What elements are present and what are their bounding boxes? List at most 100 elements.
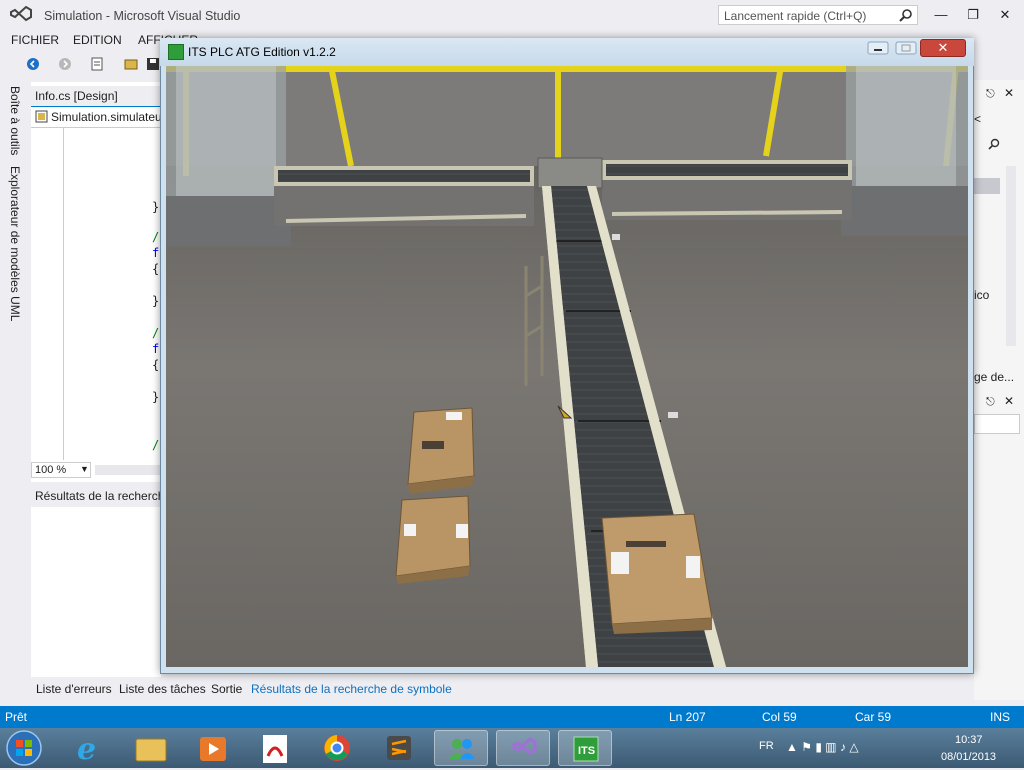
internet-explorer-icon[interactable]: e: [62, 730, 116, 767]
close-button[interactable]: ✕: [994, 6, 1016, 24]
file-explorer-icon[interactable]: [124, 730, 178, 766]
its-minimize-button[interactable]: [866, 40, 890, 56]
box-on-conveyor: [601, 513, 713, 634]
flag-icon[interactable]: ⚑: [801, 740, 812, 754]
menu-edition[interactable]: EDITION: [73, 33, 122, 47]
right-conveyor: [602, 160, 852, 220]
code-keyword: f: [152, 246, 160, 260]
drive-icon[interactable]: △: [849, 740, 858, 754]
chevron-down-icon: ▼: [80, 464, 89, 474]
code-brace: {: [152, 358, 160, 372]
transfer-table: [537, 157, 603, 189]
left-conveyor: [274, 166, 534, 226]
horizontal-scrollbar[interactable]: [95, 465, 161, 475]
box-on-floor-2: [395, 495, 471, 584]
media-player-icon[interactable]: [186, 730, 240, 766]
status-line: Ln 207: [669, 710, 706, 724]
open-file-icon[interactable]: [124, 56, 138, 72]
quick-launch-input[interactable]: Lancement rapide (Ctrl+Q): [718, 5, 918, 25]
right-panel-dropdown[interactable]: [974, 414, 1020, 434]
sensor-post: [612, 234, 620, 240]
pin-icon[interactable]: ⎋: [986, 396, 995, 409]
tab-output[interactable]: Sortie: [211, 682, 242, 696]
minimize-button[interactable]: —: [930, 6, 952, 24]
its-close-button[interactable]: ✕: [920, 39, 966, 57]
battery-icon[interactable]: ▮: [815, 740, 822, 754]
simulation-scene[interactable]: [166, 66, 968, 667]
svg-text:ITS: ITS: [578, 745, 595, 757]
results-panel-header: Résultats de la recherche: [31, 485, 171, 507]
status-column: Col 59: [762, 710, 797, 724]
right-tool-panel: ⎋ ✕ < ico ge de... ⎋ ✕: [974, 80, 1024, 700]
visual-studio-taskbar-icon[interactable]: [496, 730, 550, 766]
new-project-icon[interactable]: [90, 56, 104, 72]
clock-date[interactable]: 08/01/2013: [941, 751, 996, 763]
code-brace: }: [152, 390, 160, 404]
start-button-icon[interactable]: [4, 729, 44, 767]
code-editor[interactable]: } / f { } / f { } /: [31, 128, 161, 460]
search-icon: [899, 9, 912, 22]
results-panel: [31, 507, 161, 677]
close-icon[interactable]: ✕: [1004, 394, 1014, 408]
its-app-icon: [168, 44, 184, 60]
pdf-reader-icon[interactable]: [248, 730, 302, 766]
close-icon[interactable]: ✕: [1004, 86, 1014, 100]
status-char: Car 59: [855, 710, 892, 724]
results-title: Résultats de la recherche: [35, 489, 172, 503]
uml-model-explorer-tab[interactable]: Explorateur de modèles UML: [8, 166, 22, 321]
status-insert-mode: INS: [990, 710, 1011, 724]
left-tool-tabs: Boîte à outils Explorateur de modèles UM…: [0, 80, 30, 680]
code-comment: /: [152, 438, 160, 452]
vs-titlebar: Simulation - Microsoft Visual Studio Lan…: [0, 0, 1024, 32]
code-brace: {: [152, 262, 160, 276]
code-comment: /: [152, 230, 160, 244]
indent-guide: [63, 128, 64, 460]
right-enclosure: [841, 66, 968, 236]
menu-fichier[interactable]: FICHIER: [11, 33, 59, 47]
back-icon[interactable]: [26, 57, 40, 71]
right-panel-text: ge de...: [974, 370, 1015, 384]
class-icon: [35, 110, 48, 123]
zoom-value: 100 %: [35, 464, 67, 476]
box-on-floor-1: [407, 407, 475, 494]
network-icon[interactable]: ▥: [825, 740, 836, 754]
navigation-bar[interactable]: Simulation.simulateur: [31, 107, 166, 128]
search-icon[interactable]: [988, 138, 1000, 150]
quick-launch-placeholder: Lancement rapide (Ctrl+Q): [724, 9, 867, 23]
toolbox-tab[interactable]: Boîte à outils: [8, 86, 22, 155]
its-plc-taskbar-icon[interactable]: ITS: [558, 730, 612, 766]
tab-task-list[interactable]: Liste des tâches: [119, 682, 206, 696]
language-indicator[interactable]: FR: [759, 740, 774, 752]
left-enclosure: [166, 66, 291, 246]
zoom-select[interactable]: 100 % ▼: [31, 462, 91, 478]
volume-icon[interactable]: ♪: [840, 740, 846, 754]
sensor-post: [668, 412, 678, 418]
save-icon[interactable]: [146, 56, 160, 72]
pin-icon[interactable]: ⎋: [986, 88, 995, 101]
chevron-left-icon[interactable]: <: [974, 112, 981, 126]
code-keyword: f: [152, 342, 160, 356]
tab-error-list[interactable]: Liste d'erreurs: [36, 682, 112, 696]
tab-symbol-search-results[interactable]: Résultats de la recherche de symbole: [251, 682, 452, 696]
tab-label: Info.cs [Design]: [35, 89, 118, 103]
tab-info-design[interactable]: Info.cs [Design]: [31, 86, 161, 108]
nav-bar-label: Simulation.simulateur: [51, 110, 166, 124]
status-ready: Prêt: [5, 710, 28, 724]
sublime-text-icon[interactable]: [372, 730, 426, 766]
right-panel-text: ico: [974, 288, 990, 302]
vertical-scrollbar[interactable]: [1006, 166, 1016, 346]
code-brace: }: [152, 200, 160, 214]
chrome-icon[interactable]: [310, 730, 364, 766]
forward-icon[interactable]: [58, 57, 72, 71]
messenger-icon[interactable]: [434, 730, 488, 766]
visual-studio-logo-icon: [10, 6, 32, 22]
chevron-up-icon[interactable]: ▲: [786, 740, 798, 754]
its-maximize-button[interactable]: [894, 40, 918, 56]
system-tray[interactable]: ▲ ⚑ ▮ ▥ ♪ △: [786, 740, 926, 756]
selected-row[interactable]: [974, 178, 1000, 194]
window-title: Simulation - Microsoft Visual Studio: [44, 9, 241, 23]
clock-time[interactable]: 10:37: [955, 734, 983, 746]
code-comment: /: [152, 326, 160, 340]
maximize-button[interactable]: ❐: [962, 6, 984, 24]
code-brace: }: [152, 294, 160, 308]
